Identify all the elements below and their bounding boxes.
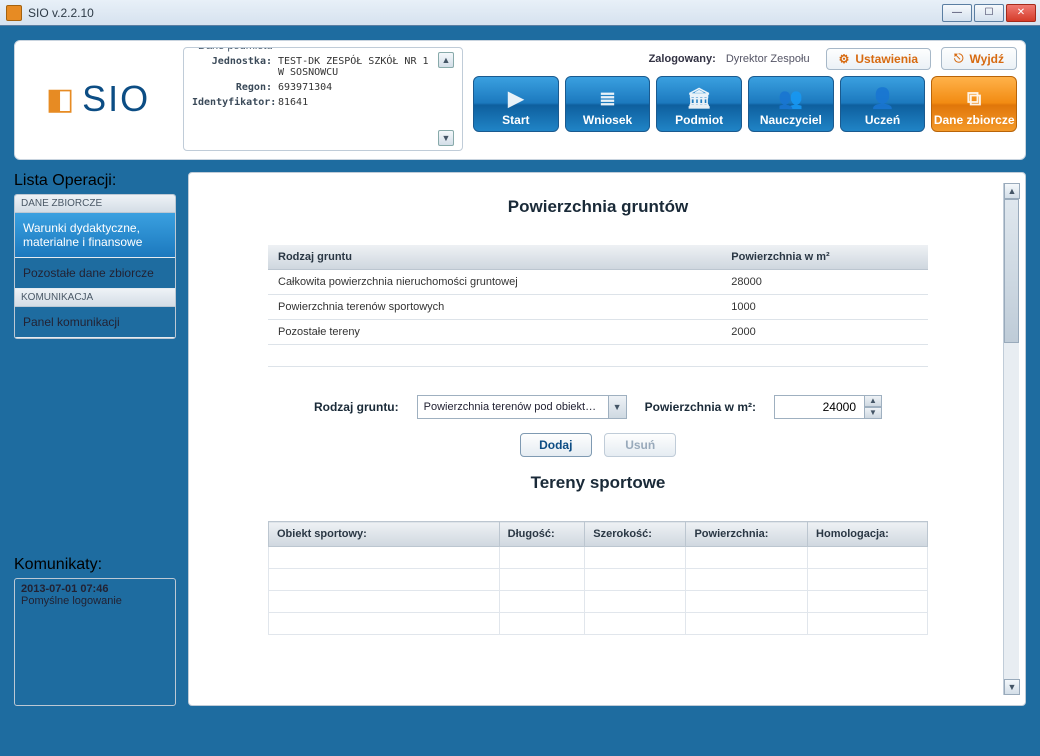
table-row-empty: [269, 613, 928, 635]
table-row-empty: [269, 547, 928, 569]
sport-header-length: Długość:: [499, 522, 585, 547]
nav-uczen[interactable]: 👤 Uczeń: [840, 76, 926, 132]
sport-table: Obiekt sportowy: Długość: Szerokość: Pow…: [268, 521, 928, 635]
ops-header-komunikacja: KOMUNIKACJA: [15, 289, 175, 307]
window-title: SIO v.2.2.10: [28, 6, 940, 20]
entity-scrollbar[interactable]: ▲ ▼: [438, 52, 454, 146]
cubes-icon: ⧉: [967, 88, 981, 111]
table-row-empty: [269, 569, 928, 591]
nav-buttons: ▶ Start ≣ Wniosek 🏛 Podmiot 👥 Nauczyciel…: [473, 76, 1017, 132]
gear-icon: ⚙: [839, 52, 850, 66]
ops-item-panel-komunikacji[interactable]: Panel komunikacji: [15, 307, 175, 338]
message-text: Pomyślne logowanie: [21, 595, 169, 607]
scroll-up-icon[interactable]: ▲: [1004, 183, 1020, 199]
exit-button[interactable]: ⎋ Wyjdź: [941, 47, 1017, 70]
area-label: Powierzchnia w m²:: [645, 400, 756, 414]
spin-down-icon[interactable]: ▼: [864, 407, 882, 419]
main-scrollbar[interactable]: ▲ ▼: [1003, 183, 1019, 695]
area-spinner[interactable]: ▲ ▼: [774, 395, 882, 419]
app-icon: [6, 5, 22, 21]
scroll-down-icon[interactable]: ▼: [438, 130, 454, 146]
area-input[interactable]: [774, 395, 864, 419]
scroll-up-icon[interactable]: ▲: [438, 52, 454, 68]
logo: ◧SIO: [23, 47, 173, 151]
table-row[interactable]: Pozostałe tereny 2000: [268, 320, 928, 345]
entity-legend: Dane podmiotu: [194, 47, 277, 52]
building-icon: 🏛: [686, 86, 711, 111]
land-form: Rodzaj gruntu: Powierzchnia terenów pod …: [205, 395, 991, 419]
teacher-icon: 👥: [778, 86, 803, 111]
table-row-empty: [269, 591, 928, 613]
login-value: Dyrektor Zespołu: [726, 53, 810, 65]
land-table-header-area: Powierzchnia w m²: [721, 245, 928, 270]
section1-title: Powierzchnia gruntów: [205, 197, 991, 217]
spin-up-icon[interactable]: ▲: [864, 395, 882, 407]
play-icon: ▶: [508, 86, 523, 111]
table-row[interactable]: Całkowita powierzchnia nieruchomości gru…: [268, 270, 928, 295]
sport-header-area: Powierzchnia:: [686, 522, 808, 547]
login-row: Zalogowany: Dyrektor Zespołu ⚙ Ustawieni…: [473, 47, 1017, 70]
delete-button[interactable]: Usuń: [604, 433, 676, 457]
land-table-header-kind: Rodzaj gruntu: [268, 245, 721, 270]
add-button[interactable]: Dodaj: [520, 433, 592, 457]
top-card: ◧SIO Dane podmiotu Jednostka:TEST-DK ZES…: [14, 40, 1026, 160]
section2-title: Tereny sportowe: [205, 473, 991, 493]
entity-info: Dane podmiotu Jednostka:TEST-DK ZESPÓŁ S…: [183, 47, 463, 151]
sport-header-object: Obiekt sportowy:: [269, 522, 500, 547]
ops-item-warunki[interactable]: Warunki dydaktyczne, materialne i finans…: [15, 213, 175, 258]
minimize-button[interactable]: —: [942, 4, 972, 22]
titlebar: SIO v.2.2.10 — ☐ ✕: [0, 0, 1040, 26]
message-timestamp: 2013-07-01 07:46: [21, 583, 169, 595]
sport-header-homolog: Homologacja:: [808, 522, 928, 547]
kind-select[interactable]: Powierzchnia terenów pod obiekt… ▼: [417, 395, 627, 419]
ops-header-dane-zbiorcze: DANE ZBIORCZE: [15, 195, 175, 213]
nav-dane-zbiorcze[interactable]: ⧉ Dane zbiorcze: [931, 76, 1017, 132]
login-label: Zalogowany:: [649, 53, 716, 65]
exit-icon: ⎋: [954, 51, 964, 66]
ops-list: DANE ZBIORCZE Warunki dydaktyczne, mater…: [14, 194, 176, 339]
chevron-down-icon[interactable]: ▼: [608, 396, 626, 418]
main-panel: Powierzchnia gruntów Rodzaj gruntu Powie…: [188, 172, 1026, 706]
close-button[interactable]: ✕: [1006, 4, 1036, 22]
kind-label: Rodzaj gruntu:: [314, 400, 399, 414]
nav-nauczyciel[interactable]: 👥 Nauczyciel: [748, 76, 834, 132]
ops-title: Lista Operacji:: [14, 172, 176, 194]
ops-item-pozostale[interactable]: Pozostałe dane zbiorcze: [15, 258, 175, 289]
nav-podmiot[interactable]: 🏛 Podmiot: [656, 76, 742, 132]
student-icon: 👤: [870, 86, 895, 111]
table-row-empty: [268, 345, 928, 367]
settings-button[interactable]: ⚙ Ustawienia: [826, 48, 931, 70]
nav-wniosek[interactable]: ≣ Wniosek: [565, 76, 651, 132]
messages-title: Komunikaty:: [14, 556, 176, 578]
nav-start[interactable]: ▶ Start: [473, 76, 559, 132]
sport-header-width: Szerokość:: [585, 522, 686, 547]
table-row[interactable]: Powierzchnia terenów sportowych 1000: [268, 295, 928, 320]
logo-icon: ◧: [46, 82, 76, 117]
scroll-down-icon[interactable]: ▼: [1004, 679, 1020, 695]
messages-body: 2013-07-01 07:46 Pomyślne logowanie: [14, 578, 176, 706]
maximize-button[interactable]: ☐: [974, 4, 1004, 22]
stack-icon: ≣: [599, 86, 616, 111]
land-table: Rodzaj gruntu Powierzchnia w m² Całkowit…: [268, 245, 928, 367]
scrollbar-thumb[interactable]: [1004, 199, 1019, 343]
